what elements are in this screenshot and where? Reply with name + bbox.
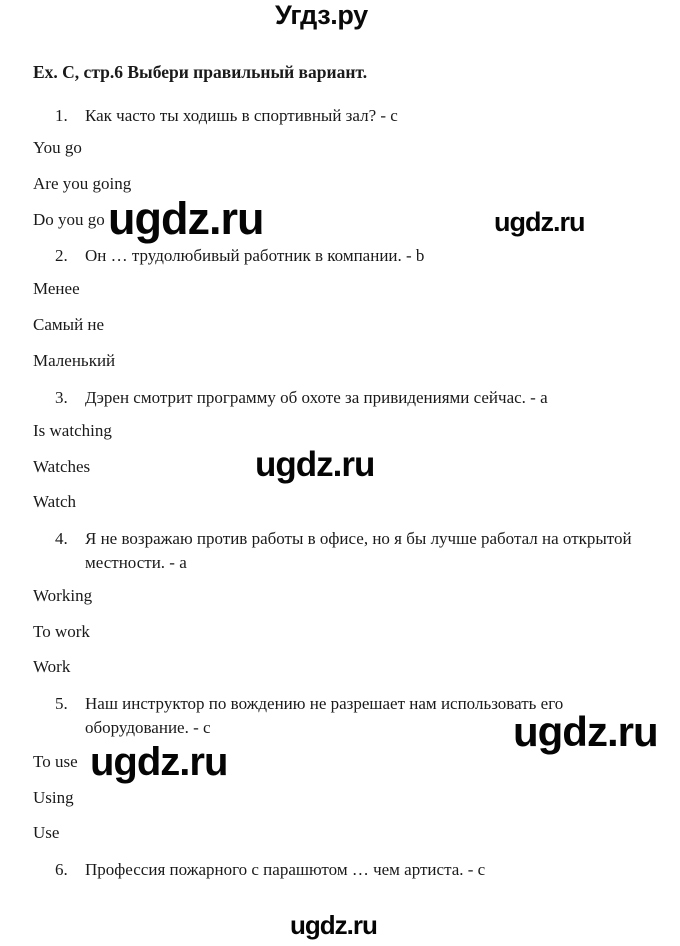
question-text: Дэрен смотрит программу об охоте за прив… bbox=[85, 388, 548, 407]
document-page: Угдз.ру Ex. C, стр.6 Выбери правильный в… bbox=[0, 0, 680, 946]
question-item: 3. Дэрен смотрит программу об охоте за п… bbox=[55, 386, 633, 410]
watermark: ugdz.ru bbox=[90, 740, 228, 784]
option-item: Самый не bbox=[33, 315, 105, 334]
question-number: 4. bbox=[55, 529, 68, 548]
question-number: 2. bbox=[55, 246, 68, 265]
option-item: Маленький bbox=[33, 351, 116, 370]
question-number: 5. bbox=[55, 694, 68, 713]
question-text: Он … трудолюбивый работник в компании. -… bbox=[85, 246, 425, 265]
question-text: Как часто ты ходишь в спортивный зал? - … bbox=[85, 106, 398, 125]
option-item: Work bbox=[33, 657, 71, 676]
option-item: Is watching bbox=[33, 421, 112, 440]
watermark: ugdz.ru bbox=[290, 910, 378, 940]
watermark: ugdz.ru bbox=[513, 708, 659, 755]
watermark: ugdz.ru bbox=[255, 445, 375, 484]
option-item: Are you going bbox=[33, 174, 132, 193]
question-item: 2. Он … трудолюбивый работник в компании… bbox=[55, 244, 633, 268]
question-item: 4. Я не возражаю против работы в офисе, … bbox=[55, 527, 633, 575]
watermark: ugdz.ru bbox=[108, 193, 264, 244]
option-item: Do you go bbox=[33, 210, 105, 229]
question-item: 1. Как часто ты ходишь в спортивный зал?… bbox=[55, 104, 633, 128]
option-item: Using bbox=[33, 788, 74, 807]
option-item: You go bbox=[33, 138, 82, 157]
option-item: Watches bbox=[33, 457, 91, 476]
site-logo: Угдз.ру bbox=[275, 0, 368, 30]
question-number: 3. bbox=[55, 388, 68, 407]
question-text: Профессия пожарного с парашютом … чем ар… bbox=[85, 860, 486, 879]
option-item: To use bbox=[33, 752, 78, 771]
question-number: 1. bbox=[55, 106, 68, 125]
option-item: Working bbox=[33, 586, 93, 605]
option-item: Watch bbox=[33, 492, 76, 511]
question-item: 6. Профессия пожарного с парашютом … чем… bbox=[55, 858, 633, 882]
option-item: To work bbox=[33, 622, 90, 641]
question-number: 6. bbox=[55, 860, 68, 879]
exercise-heading: Ex. C, стр.6 Выбери правильный вариант. bbox=[33, 62, 368, 82]
watermark: ugdz.ru bbox=[494, 207, 585, 237]
option-item: Use bbox=[33, 823, 60, 842]
question-text: Я не возражаю против работы в офисе, но … bbox=[85, 529, 632, 572]
option-item: Менее bbox=[33, 279, 80, 298]
